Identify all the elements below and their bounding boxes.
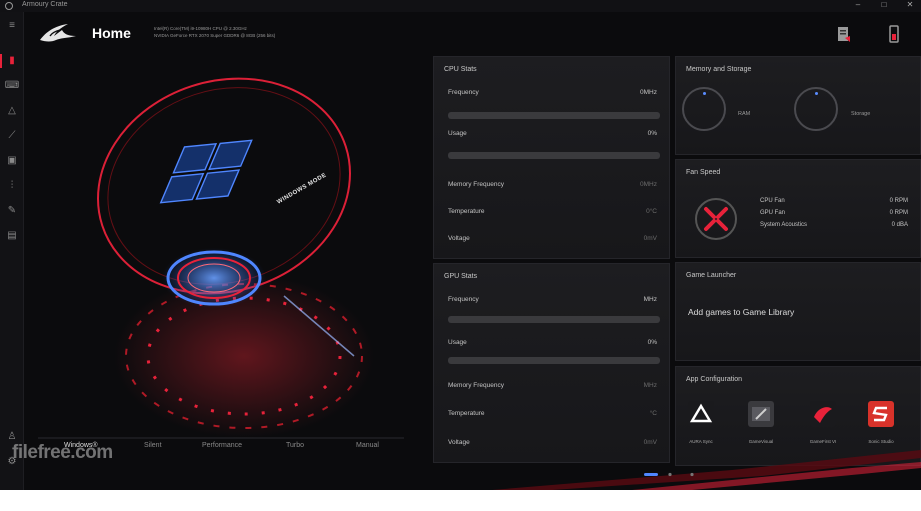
fan-icon	[695, 198, 737, 240]
game-launcher-panel[interactable]: Game Launcher Add games to Game Library	[675, 262, 921, 361]
armoury-icon[interactable]: ⟋	[0, 126, 24, 146]
minimize-button[interactable]: –	[850, 0, 866, 9]
gpu-fan-label: GPU Fan	[760, 210, 786, 216]
mode-illustration	[38, 77, 404, 439]
cpu-voltage-label: Voltage	[448, 235, 470, 242]
app-configuration-title: App Configuration	[686, 376, 743, 383]
ram-label: RAM	[738, 111, 751, 117]
page-indicator[interactable]	[644, 471, 704, 479]
gpu-frequency-label: Frequency	[448, 296, 479, 303]
gamevisual-app-icon[interactable]	[748, 401, 774, 427]
cpu-stats-title: CPU Stats	[444, 66, 477, 73]
cpu-stats-panel[interactable]: CPU Stats Frequency 0MHz Usage 0% Memory…	[433, 56, 670, 259]
gpu-stats-title: GPU Stats	[444, 273, 478, 280]
gpu-frequency-bar	[448, 316, 660, 323]
gpu-mem-freq-label: Memory Frequency	[448, 382, 504, 389]
gpu-stats-panel[interactable]: GPU Stats Frequency MHz Usage 0% Memory …	[433, 263, 670, 463]
gpu-temp-value: °C	[649, 410, 657, 417]
settings-icon[interactable]: ⫶	[0, 176, 24, 196]
app-window: Armoury Crate – □ ✕ ≡ ▮ ⌨ △ ⟋ ▣ ⫶ ✎ ▤ ♙ …	[0, 0, 921, 490]
sidebar: ≡ ▮ ⌨ △ ⟋ ▣ ⫶ ✎ ▤ ♙ ⚙	[0, 12, 24, 490]
display-icon[interactable]: ▤	[0, 226, 24, 246]
home-icon[interactable]: ▮	[0, 51, 24, 71]
cpu-fan-label: CPU Fan	[760, 198, 785, 204]
add-games-link[interactable]: Add games to Game Library	[688, 307, 794, 317]
fan-speed-panel[interactable]: Fan Speed CPU Fan 0 RPM GPU Fan 0 RPM Sy…	[675, 159, 921, 258]
windows-logo-icon	[159, 139, 253, 204]
hero-area: WINDOWS MODE filefree.com Windows® Silen…	[12, 56, 432, 490]
device-icon[interactable]: ⌨	[0, 76, 24, 96]
system-acoustics-label: System Acoustics	[760, 222, 808, 228]
system-acoustics-value: 0 dBA	[891, 222, 908, 228]
close-button[interactable]: ✕	[902, 0, 918, 9]
rog-logo-icon	[40, 24, 76, 42]
fan-speed-title: Fan Speed	[686, 169, 721, 176]
cpu-mem-freq-value: 0MHz	[640, 181, 657, 188]
storage-gauge-dot	[815, 92, 818, 95]
app-logo-icon	[5, 2, 13, 10]
aura-icon[interactable]: △	[0, 101, 24, 121]
gamevisual-icon[interactable]: ▣	[0, 151, 24, 171]
app-title: Armoury Crate	[22, 1, 68, 8]
mode-tab-windows[interactable]: Windows®	[64, 442, 98, 449]
gpu-usage-label: Usage	[448, 339, 467, 346]
ram-gauge-dot	[703, 92, 706, 95]
gpu-usage-value: 0%	[647, 339, 657, 346]
cpu-usage-bar	[448, 152, 660, 159]
gpu-mem-freq-value: MHz	[643, 382, 657, 389]
header: Home Intel(R) Core(TM) i9-10980H CPU @ 2…	[24, 12, 921, 56]
storage-label: Storage	[851, 111, 871, 117]
cpu-mem-freq-label: Memory Frequency	[448, 181, 504, 188]
gpu-fan-value: 0 RPM	[889, 210, 908, 216]
gpu-usage-bar	[448, 357, 660, 364]
maximize-button[interactable]: □	[876, 0, 892, 9]
gamefirst-icon[interactable]	[810, 401, 836, 427]
memory-storage-panel[interactable]: Memory and Storage RAM Storage	[675, 56, 921, 155]
cpu-frequency-bar	[448, 112, 660, 119]
gpu-temp-label: Temperature	[448, 410, 485, 417]
tag-icon[interactable]: ✎	[0, 201, 24, 221]
memory-storage-title: Memory and Storage	[686, 66, 752, 73]
mode-tab-turbo[interactable]: Turbo	[286, 442, 304, 449]
cpu-usage-label: Usage	[448, 130, 467, 137]
cpu-temp-label: Temperature	[448, 208, 485, 215]
device-battery-icon[interactable]	[886, 24, 902, 44]
cpu-frequency-value: 0MHz	[640, 89, 657, 96]
cpu-spec: Intel(R) Core(TM) i9-10980H CPU @ 2.30GH…	[154, 26, 247, 31]
decorative-streaks	[492, 450, 921, 490]
notes-icon[interactable]	[836, 24, 852, 44]
cpu-usage-value: 0%	[647, 130, 657, 137]
title-bar: Armoury Crate – □ ✕	[0, 0, 921, 12]
gpu-spec: NVIDIA GeForce RTX 2070 Super GDDR6 @ 8G…	[154, 33, 276, 38]
menu-icon[interactable]: ≡	[0, 16, 24, 36]
mode-tab-manual[interactable]: Manual	[356, 442, 379, 449]
page-title: Home	[92, 25, 131, 41]
mode-tab-performance[interactable]: Performance	[202, 442, 242, 449]
cpu-temp-value: 0°C	[646, 208, 657, 215]
cpu-fan-value: 0 RPM	[889, 198, 908, 204]
aura-sync-icon[interactable]	[688, 401, 714, 427]
cpu-voltage-value: 0mV	[643, 235, 657, 242]
cpu-frequency-label: Frequency	[448, 89, 479, 96]
storage-gauge	[794, 87, 838, 131]
game-launcher-title: Game Launcher	[686, 272, 737, 279]
gpu-frequency-value: MHz	[643, 296, 657, 303]
ram-gauge	[682, 87, 726, 131]
mode-tab-silent[interactable]: Silent	[144, 442, 162, 449]
sonic-studio-icon[interactable]	[868, 401, 894, 427]
